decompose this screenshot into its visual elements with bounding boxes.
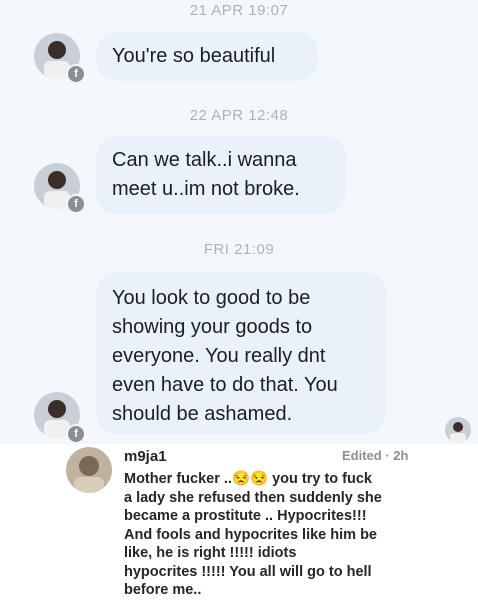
comment-line: Mother fucker ..😒😒 you try to fuck bbox=[124, 471, 373, 487]
message-line: You look to good to be bbox=[112, 287, 311, 309]
commenter-avatar[interactable] bbox=[66, 447, 112, 493]
comment-line: before me.. bbox=[124, 582, 202, 598]
message-line: You're so beautiful bbox=[112, 45, 276, 67]
comment-line: And fools and hypocrites like him be bbox=[124, 526, 377, 543]
timestamp: 21 APR 19:07 bbox=[189, 2, 289, 19]
edited-label: Edited · 2h bbox=[342, 448, 409, 463]
comment-text: Mother fucker ..😒😒 you try to fuck a lad… bbox=[124, 470, 424, 600]
facebook-icon: f bbox=[66, 64, 86, 84]
message-line: even have to do that. You bbox=[112, 374, 338, 396]
message-line: showing your goods to bbox=[112, 316, 313, 338]
comment-line: hypocrites !!!!! You all will go to hell bbox=[124, 563, 372, 580]
message-bubble[interactable]: You look to good to be showing your good… bbox=[96, 272, 386, 434]
message-line: should be ashamed. bbox=[112, 403, 293, 425]
comment-line: like, he is right !!!!! idiots bbox=[124, 545, 297, 561]
comment-line: became a prostitute .. Hypocrites!!! bbox=[124, 508, 367, 524]
commenter-username[interactable]: m9ja1 bbox=[124, 448, 167, 465]
message-line: everyone. You really dnt bbox=[112, 345, 326, 367]
message-line: meet u..im not broke. bbox=[112, 178, 300, 200]
conversation-panel: 21 APR 19:07 f You're so beautiful 22 AP… bbox=[0, 0, 478, 444]
facebook-icon: f bbox=[66, 194, 86, 214]
comment-line: a lady she refused then suddenly she bbox=[124, 489, 382, 506]
message-line: Can we talk..i wanna bbox=[112, 149, 297, 171]
message-bubble[interactable]: Can we talk..i wanna meet u..im not brok… bbox=[96, 136, 346, 214]
timestamp: FRI 21:09 bbox=[203, 241, 275, 258]
message-bubble[interactable]: You're so beautiful bbox=[96, 32, 318, 81]
timestamp: 22 APR 12:48 bbox=[189, 107, 289, 124]
facebook-icon: f bbox=[66, 424, 86, 444]
seen-indicator-avatar bbox=[445, 417, 471, 443]
